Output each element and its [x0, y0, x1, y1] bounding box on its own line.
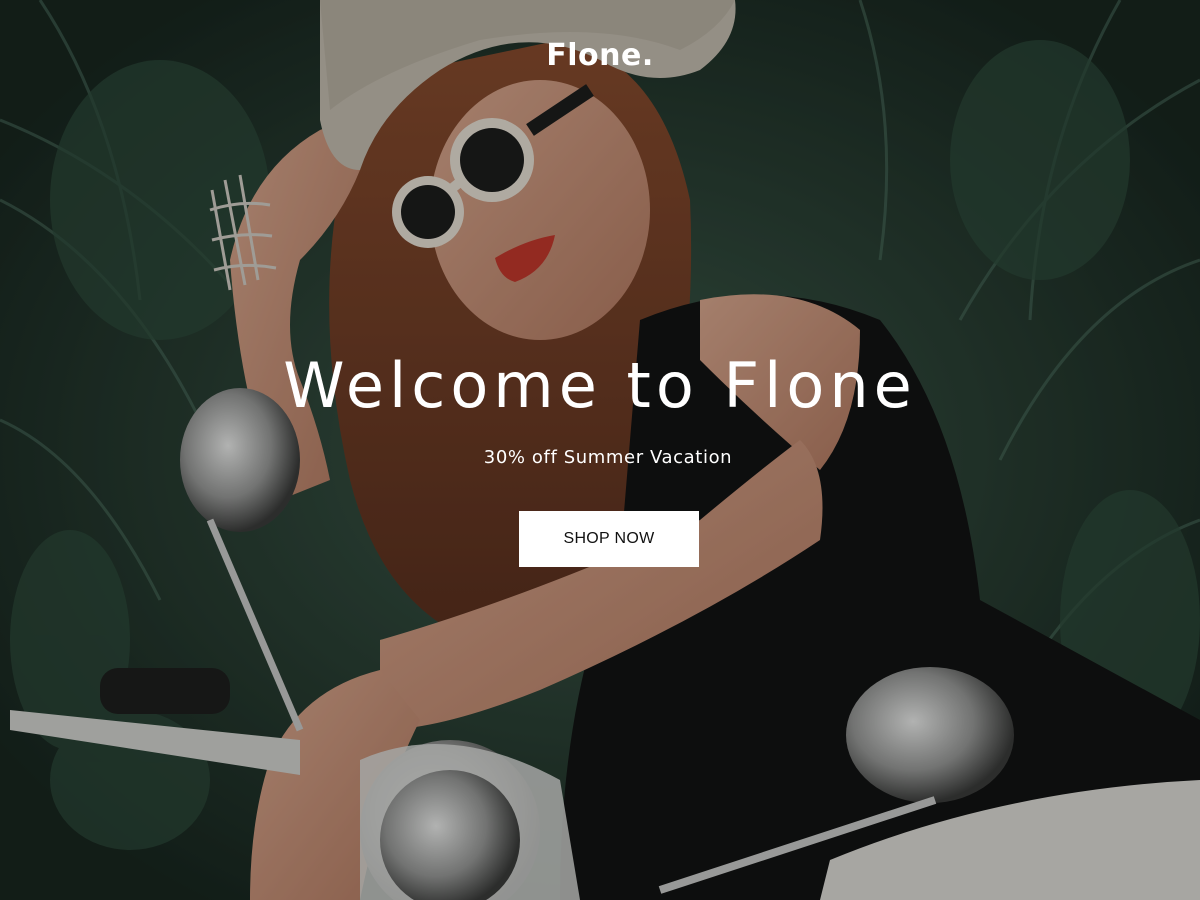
hero-subtitle: 30% off Summer Vacation	[483, 447, 733, 468]
brand-logo[interactable]: Flone.	[0, 38, 1200, 73]
hero-title: Welcome to Flone	[283, 349, 917, 422]
shop-now-button[interactable]: SHOP NOW	[519, 511, 699, 567]
hero-section: Flone. Welcome to Flone 30% off Summer V…	[0, 0, 1200, 900]
